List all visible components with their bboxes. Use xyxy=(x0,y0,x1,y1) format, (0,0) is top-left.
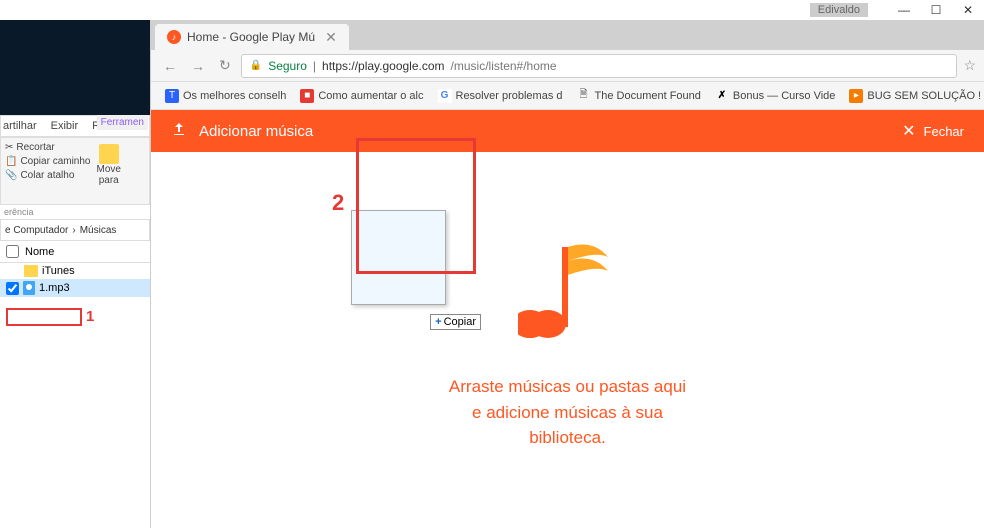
file-explorer: Ferramen artilhar Exibir R ✂Recortar 📋Co… xyxy=(0,20,150,420)
bookmark-0[interactable]: T Os melhores conselh xyxy=(159,87,292,105)
annotation-2-border xyxy=(356,138,476,274)
bookmark-icon: ■ xyxy=(300,89,314,103)
explorer-ribbon: ✂Recortar 📋Copiar caminho 📎Colar atalho … xyxy=(0,137,150,205)
bookmark-label: Como aumentar o alc xyxy=(318,90,423,102)
dark-panel xyxy=(0,20,150,115)
minimize-button[interactable]: — xyxy=(888,0,920,20)
plus-icon: + xyxy=(435,316,441,328)
close-label: Fechar xyxy=(924,124,964,139)
drop-text-line-3: biblioteca. xyxy=(449,425,686,451)
music-note-icon xyxy=(518,229,618,354)
modal-drop-zone[interactable]: Arraste músicas ou pastas aqui e adicion… xyxy=(151,152,984,528)
bookmark-label: Os melhores conselh xyxy=(183,90,286,102)
breadcrumb-musicas[interactable]: Músicas xyxy=(80,225,117,236)
ribbon-tab-ferramen[interactable]: Ferramen xyxy=(97,115,148,130)
url-input[interactable]: 🔒 Seguro | https://play.google.com/music… xyxy=(241,54,958,78)
bookmark-label: BUG SEM SOLUÇÃO ! xyxy=(867,90,981,102)
bookmark-star-button[interactable]: ☆ xyxy=(963,57,976,74)
modal-header: Adicionar música ✕ Fechar xyxy=(151,110,984,152)
bookmark-icon: G xyxy=(438,89,452,103)
folder-icon xyxy=(24,265,38,277)
tab-favicon: ♪ xyxy=(167,30,181,44)
chrome-tabs: ♪ Home - Google Play Mú ✕ xyxy=(151,20,984,50)
bookmark-4[interactable]: ✗ Bonus — Curso Vide xyxy=(709,87,842,105)
folder-label: iTunes xyxy=(42,265,75,277)
file-list: iTunes 1.mp3 xyxy=(0,263,150,297)
user-badge: Edivaldo xyxy=(810,3,868,17)
annotation-2-number: 2 xyxy=(332,190,344,216)
bookmark-icon: ✗ xyxy=(715,89,729,103)
chrome-tab-active[interactable]: ♪ Home - Google Play Mú ✕ xyxy=(155,24,349,50)
close-window-button[interactable]: ✕ xyxy=(952,0,984,20)
close-icon: ✕ xyxy=(902,121,915,141)
windows-titlebar: Edivaldo — ☐ ✕ xyxy=(0,0,984,20)
bookmark-label: Bonus — Curso Vide xyxy=(733,90,836,102)
menu-exibir[interactable]: Exibir xyxy=(51,120,79,132)
url-host: https://play.google.com xyxy=(322,59,445,73)
drag-tooltip-label: Copiar xyxy=(444,316,476,328)
ribbon-colar-atalho[interactable]: 📎Colar atalho xyxy=(5,170,91,181)
chrome-address-bar: ← → ↻ 🔒 Seguro | https://play.google.com… xyxy=(151,50,984,82)
explorer-column-header[interactable]: Nome xyxy=(0,241,150,263)
mp3-file-icon xyxy=(23,281,35,295)
annotation-1-border xyxy=(6,308,82,326)
ribbon-move[interactable]: Move para xyxy=(93,142,125,200)
file-checkbox[interactable] xyxy=(6,282,19,295)
explorer-breadcrumb[interactable]: e Computador › Músicas xyxy=(0,219,150,241)
modal-title: Adicionar música xyxy=(199,123,313,140)
annotation-1-number: 1 xyxy=(86,308,94,325)
tab-title: Home - Google Play Mú xyxy=(187,30,315,44)
bookmark-label: Resolver problemas d xyxy=(456,90,563,102)
ribbon-copiar-caminho[interactable]: 📋Copiar caminho xyxy=(5,156,91,167)
bookmark-icon: T xyxy=(165,89,179,103)
secure-label: Seguro xyxy=(268,59,307,73)
menu-artilhar[interactable]: artilhar xyxy=(3,120,37,132)
select-all-checkbox[interactable] xyxy=(6,245,19,258)
bookmark-3[interactable]: 🗎 The Document Found xyxy=(571,87,707,105)
nav-back-button[interactable]: ← xyxy=(159,58,181,74)
lock-icon: 🔒 xyxy=(250,60,262,71)
bookmark-2[interactable]: G Resolver problemas d xyxy=(432,87,569,105)
bookmark-5[interactable]: ▸ BUG SEM SOLUÇÃO ! xyxy=(843,87,984,105)
add-music-modal: Adicionar música ✕ Fechar Arraste música… xyxy=(151,110,984,528)
ribbon-recortar[interactable]: ✂Recortar xyxy=(5,142,91,153)
bookmark-icon: 🗎 xyxy=(577,89,591,103)
ribbon-group-label: erência xyxy=(0,205,150,219)
maximize-button[interactable]: ☐ xyxy=(920,0,952,20)
drop-zone-text: Arraste músicas ou pastas aqui e adicion… xyxy=(449,374,686,451)
file-label: 1.mp3 xyxy=(39,282,70,294)
breadcrumb-computador[interactable]: e Computador xyxy=(5,225,68,236)
url-path: /music/listen#/home xyxy=(451,59,557,73)
breadcrumb-sep: › xyxy=(72,225,75,236)
drag-tooltip: + Copiar xyxy=(430,314,481,330)
column-nome[interactable]: Nome xyxy=(25,246,54,258)
bookmarks-bar: T Os melhores conselh ■ Como aumentar o al… xyxy=(151,82,984,110)
tab-close-button[interactable]: ✕ xyxy=(325,29,337,46)
drop-text-line-1: Arraste músicas ou pastas aqui xyxy=(449,374,686,400)
chrome-browser: ♪ Home - Google Play Mú ✕ ← → ↻ 🔒 Seguro… xyxy=(150,20,984,528)
drop-text-line-2: e adicione músicas à sua xyxy=(449,400,686,426)
modal-close-button[interactable]: ✕ Fechar xyxy=(902,121,964,141)
bookmark-1[interactable]: ■ Como aumentar o alc xyxy=(294,87,429,105)
nav-forward-button[interactable]: → xyxy=(187,58,209,74)
upload-icon xyxy=(171,121,187,142)
nav-reload-button[interactable]: ↻ xyxy=(215,57,235,74)
folder-itunes[interactable]: iTunes xyxy=(0,263,150,279)
bookmark-icon: ▸ xyxy=(849,89,863,103)
file-1mp3[interactable]: 1.mp3 xyxy=(0,279,150,297)
bookmark-label: The Document Found xyxy=(595,90,701,102)
